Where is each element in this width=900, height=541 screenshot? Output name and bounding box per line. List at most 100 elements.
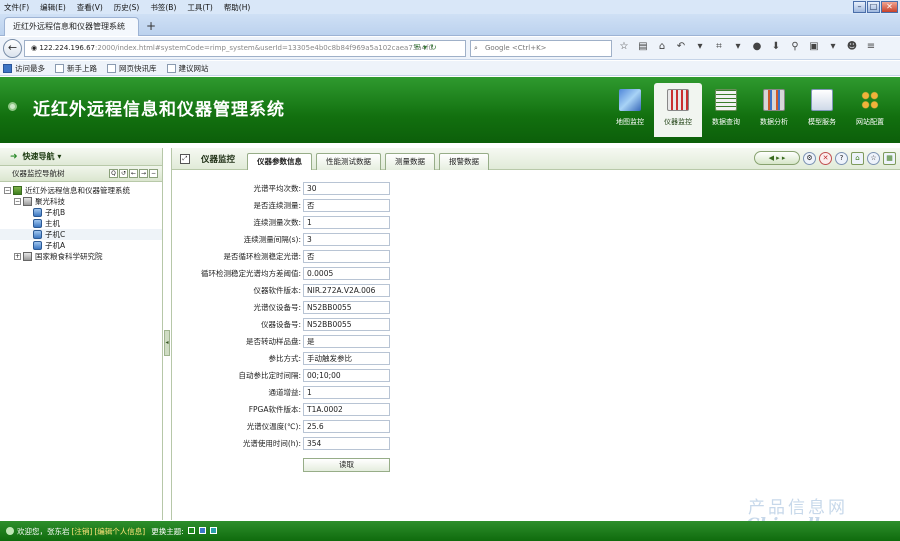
home-icon[interactable]: ⌂ bbox=[656, 41, 668, 52]
field-label: 连续测量间隔(s): bbox=[243, 235, 301, 244]
settings-icon[interactable]: ⚙ bbox=[803, 151, 816, 165]
grid-icon[interactable]: ▦ bbox=[883, 151, 896, 165]
field-value[interactable]: 25.6 bbox=[303, 420, 390, 433]
browser-tabbar: 近红外远程信息和仪器管理系统 + bbox=[0, 14, 900, 36]
tree-node[interactable]: 子机A bbox=[0, 240, 162, 251]
dropdown-icon[interactable]: ▾ bbox=[732, 41, 744, 52]
field-value[interactable]: 30 bbox=[303, 182, 390, 195]
tree-node[interactable]: − 聚光科技 bbox=[0, 196, 162, 207]
user-icon bbox=[6, 527, 14, 535]
minimize-button[interactable]: – bbox=[853, 1, 866, 13]
chat-icon[interactable]: ● bbox=[751, 41, 763, 52]
sidebar-collapse-handle[interactable]: ◂ bbox=[164, 330, 170, 356]
close-button[interactable]: ✕ bbox=[881, 1, 898, 13]
field-value[interactable]: N52BB0055 bbox=[303, 301, 390, 314]
device-icon bbox=[33, 230, 42, 239]
bookmark-item[interactable]: 访问最多 bbox=[3, 63, 45, 74]
bookmark-item[interactable]: 网页快讯库 bbox=[107, 63, 157, 74]
field-value[interactable]: 否 bbox=[303, 199, 390, 212]
reload-icon[interactable]: ↻ bbox=[430, 43, 440, 52]
download-icon[interactable]: ⬇ bbox=[770, 41, 782, 52]
new-tab-button[interactable]: + bbox=[146, 19, 156, 33]
maximize-button[interactable]: □ bbox=[867, 1, 880, 13]
module-query[interactable]: 数据查询 bbox=[702, 83, 750, 137]
field-value[interactable]: NIR.272A.V2A.006 bbox=[303, 284, 390, 297]
quick-nav-header[interactable]: ➜ 快速导航 ▾ bbox=[0, 148, 162, 166]
content-tab[interactable]: 报警数据 bbox=[439, 153, 489, 170]
module-label: 网站配置 bbox=[856, 118, 884, 126]
reader-icon[interactable]: ▤ bbox=[637, 41, 649, 52]
menu-item[interactable]: 文件(F) bbox=[4, 2, 29, 13]
module-monitor[interactable]: 仪器监控 bbox=[654, 83, 702, 137]
form-row: 仪器设备号: N52BB0055 bbox=[172, 318, 572, 332]
menu-item[interactable]: 工具(T) bbox=[187, 2, 212, 13]
menu-item[interactable]: 查看(V) bbox=[77, 2, 103, 13]
tree-node[interactable]: 主机 bbox=[0, 218, 162, 229]
crop-icon[interactable]: ⌗ bbox=[713, 41, 725, 52]
nav-back-forward[interactable]: ◀ ▸ ▸ bbox=[754, 151, 800, 165]
dropdown-icon[interactable]: ▾ bbox=[694, 41, 706, 52]
tree-tool-button[interactable]: − bbox=[149, 169, 158, 178]
field-value[interactable]: 1 bbox=[303, 386, 390, 399]
field-value[interactable]: 否 bbox=[303, 250, 390, 263]
favorite-icon[interactable]: ☆ bbox=[867, 151, 880, 165]
bookmark-item[interactable]: 新手上路 bbox=[55, 63, 97, 74]
dropdown-icon[interactable]: ▾ bbox=[827, 41, 839, 52]
content-tab[interactable]: 仪器参数信息 bbox=[247, 153, 312, 170]
sync-icon[interactable]: ☻ bbox=[846, 41, 858, 52]
content-tab[interactable]: 测量数据 bbox=[385, 153, 435, 170]
tree-node[interactable]: − 近红外远程信息和仪器管理系统 bbox=[0, 185, 162, 196]
expander-icon[interactable]: + bbox=[14, 253, 21, 260]
tree-tool-button[interactable]: ← bbox=[129, 169, 138, 178]
module-config[interactable]: 网站配置 bbox=[846, 83, 894, 137]
menu-icon[interactable]: ≡ bbox=[865, 41, 877, 52]
tree-tool-button[interactable]: ↺ bbox=[119, 169, 128, 178]
close-icon[interactable]: ✕ bbox=[819, 151, 832, 165]
module-model[interactable]: 模型服务 bbox=[798, 83, 846, 137]
addon-icon[interactable]: ▣ bbox=[808, 41, 820, 52]
menu-item[interactable]: 书签(B) bbox=[150, 2, 176, 13]
help-icon[interactable]: ? bbox=[835, 151, 848, 165]
theme-swatch[interactable] bbox=[209, 526, 217, 534]
field-value[interactable]: N52BB0055 bbox=[303, 318, 390, 331]
module-map[interactable]: 地图监控 bbox=[606, 83, 654, 137]
theme-swatch[interactable] bbox=[187, 526, 195, 534]
field-value[interactable]: 354 bbox=[303, 437, 390, 450]
field-value[interactable]: 1 bbox=[303, 216, 390, 229]
tree-node[interactable]: + 国家粮食科学研究院 bbox=[0, 251, 162, 262]
expander-icon[interactable]: − bbox=[14, 198, 21, 205]
star-icon[interactable]: ☆ bbox=[618, 41, 630, 52]
field-value[interactable]: 3 bbox=[303, 233, 390, 246]
expander-icon[interactable]: − bbox=[4, 187, 11, 194]
field-value[interactable]: 0.0005 bbox=[303, 267, 390, 280]
menu-item[interactable]: 历史(S) bbox=[114, 2, 140, 13]
undo-icon[interactable]: ↶ bbox=[675, 41, 687, 52]
field-value[interactable]: T1A.0002 bbox=[303, 403, 390, 416]
bookmark-item[interactable]: 建议网站 bbox=[166, 63, 209, 74]
edit-profile-link[interactable]: [编辑个人信息] bbox=[94, 526, 145, 537]
field-value[interactable]: 手动触发参比 bbox=[303, 352, 390, 365]
tree-header: 仪器监控导航树 Q ↺ ← → − bbox=[0, 166, 162, 182]
logout-link[interactable]: [注销] bbox=[72, 526, 93, 537]
module-analysis[interactable]: 数据分析 bbox=[750, 83, 798, 137]
field-value[interactable]: 是 bbox=[303, 335, 390, 348]
user-icon[interactable]: ⚲ bbox=[789, 41, 801, 52]
tree-tool-button[interactable]: → bbox=[139, 169, 148, 178]
tree-node[interactable]: 子机B bbox=[0, 207, 162, 218]
shield-icon[interactable]: ⛨ bbox=[414, 43, 423, 52]
field-value[interactable]: 00;10;00 bbox=[303, 369, 390, 382]
search-input[interactable]: ⌕ Google <Ctrl+K> bbox=[470, 40, 612, 57]
back-arrow-icon[interactable]: ← bbox=[3, 39, 22, 58]
menu-item[interactable]: 帮助(H) bbox=[224, 2, 251, 13]
menu-item[interactable]: 编辑(E) bbox=[40, 2, 66, 13]
bookmarks-bar: 访问最多 新手上路 网页快讯库 建议网站 bbox=[0, 61, 900, 76]
read-button[interactable]: 读取 bbox=[303, 458, 390, 472]
content-tab[interactable]: 性能测试数据 bbox=[316, 153, 381, 170]
address-bar[interactable]: ◉ 122.224.196.67:2000/index.html#systemC… bbox=[24, 40, 466, 57]
tree-node[interactable]: 子机C bbox=[0, 229, 162, 240]
home-icon[interactable]: ⌂ bbox=[851, 151, 864, 165]
browser-tab[interactable]: 近红外远程信息和仪器管理系统 bbox=[4, 17, 139, 36]
dropdown-icon[interactable]: ▾ bbox=[423, 43, 430, 52]
tree-tool-button[interactable]: Q bbox=[109, 169, 118, 178]
theme-swatch[interactable] bbox=[198, 526, 206, 534]
